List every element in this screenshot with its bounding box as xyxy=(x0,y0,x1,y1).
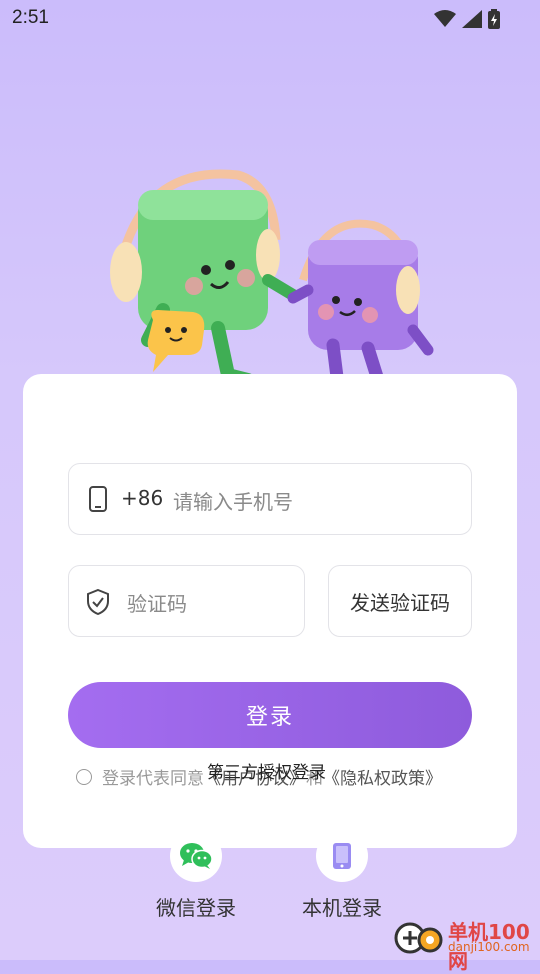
wechat-login-button[interactable] xyxy=(170,830,222,882)
country-code[interactable]: +86 xyxy=(121,486,163,510)
watermark-logo xyxy=(394,922,443,954)
purple-mascot xyxy=(287,219,434,392)
privacy-policy-link[interactable]: 《隐私权政策》 xyxy=(323,764,442,789)
local-login-button[interactable] xyxy=(316,830,368,882)
wechat-icon xyxy=(180,843,213,869)
battery-icon xyxy=(488,9,500,29)
phone-input-field[interactable]: +86 请输入手机号 xyxy=(68,463,472,535)
green-mascot xyxy=(110,169,299,387)
login-button[interactable]: 登录 xyxy=(68,682,472,748)
local-login-option[interactable]: 本机登录 xyxy=(287,830,397,921)
mobile-phone-icon xyxy=(89,486,107,512)
local-login-label[interactable]: 本机登录 xyxy=(287,892,397,921)
third-party-title: 第三方授权登录 xyxy=(207,763,326,783)
phone-device-icon xyxy=(333,843,351,869)
agreement-radio[interactable] xyxy=(76,768,92,785)
wechat-login-label[interactable]: 微信登录 xyxy=(141,892,251,921)
code-placeholder: 验证码 xyxy=(127,592,187,616)
status-icons xyxy=(434,9,500,29)
signal-icon xyxy=(462,10,482,28)
wechat-login-option[interactable]: 微信登录 xyxy=(141,830,251,921)
yellow-bubble xyxy=(147,310,205,372)
verification-code-field[interactable]: 验证码 xyxy=(68,565,305,637)
send-code-button[interactable]: 发送验证码 xyxy=(328,565,472,637)
mascot-illustration xyxy=(110,169,434,392)
agreement-prefix: 登录代表同意 xyxy=(102,769,204,789)
watermark-url: danji100.com xyxy=(448,940,530,954)
watermark: 单机100网 danji100.com xyxy=(390,912,540,973)
status-bar: 2:51 xyxy=(0,0,540,36)
shield-check-icon xyxy=(87,589,109,615)
wifi-icon xyxy=(434,10,456,27)
phone-placeholder: 请输入手机号 xyxy=(173,490,293,514)
status-time: 2:51 xyxy=(12,7,49,28)
